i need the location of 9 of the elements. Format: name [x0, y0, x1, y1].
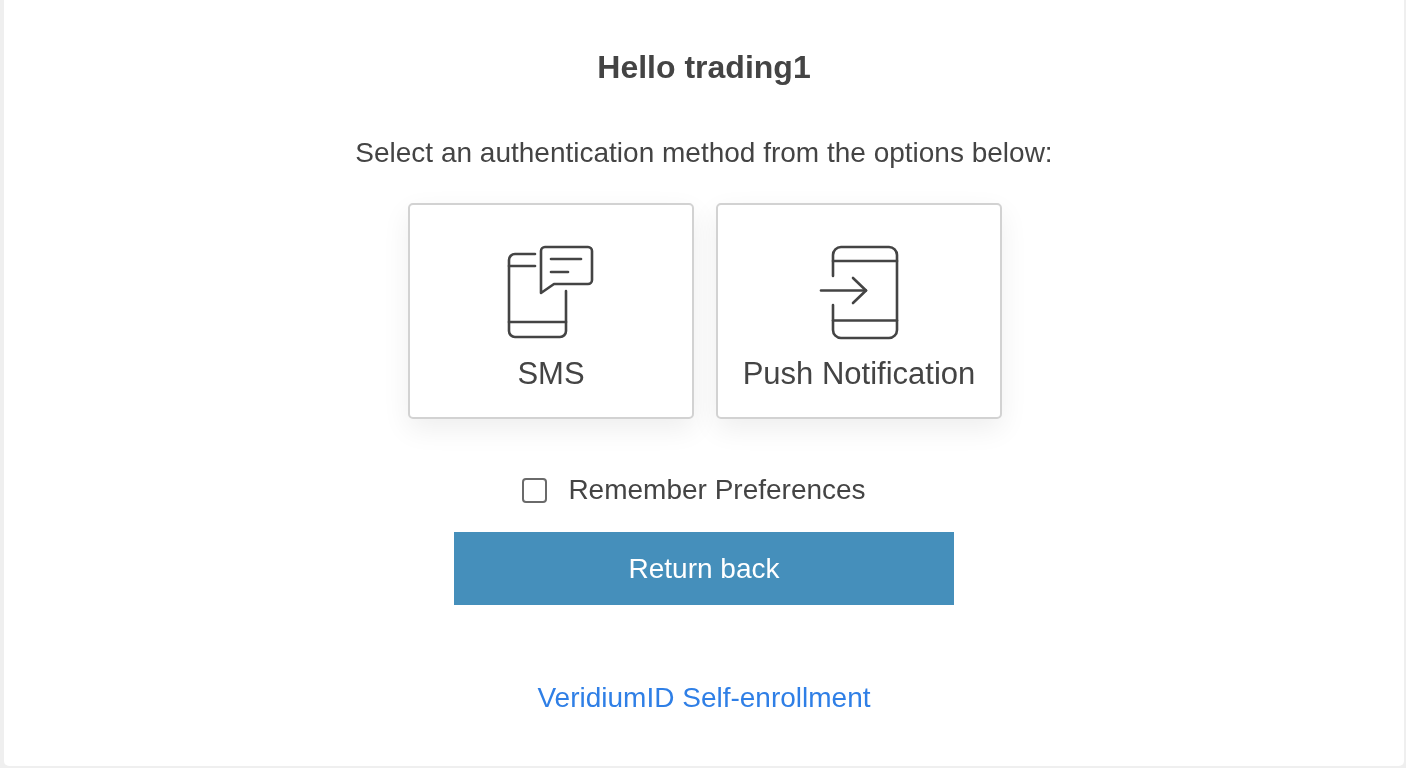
- remember-label[interactable]: Remember Preferences: [568, 473, 866, 507]
- auth-method-button[interactable]: Push Notification: [716, 203, 1002, 419]
- auth-method-button[interactable]: SMS: [408, 203, 694, 419]
- return-button[interactable]: Return back: [454, 532, 954, 605]
- greeting-title: Hello trading1: [597, 48, 811, 86]
- enrollment-link[interactable]: VeridiumID Self-enrollment: [537, 681, 871, 715]
- remember-checkbox[interactable]: [522, 477, 548, 503]
- phone-chat-icon: [507, 245, 595, 340]
- instruction-text: Select an authentication method from the options below:: [355, 136, 1053, 170]
